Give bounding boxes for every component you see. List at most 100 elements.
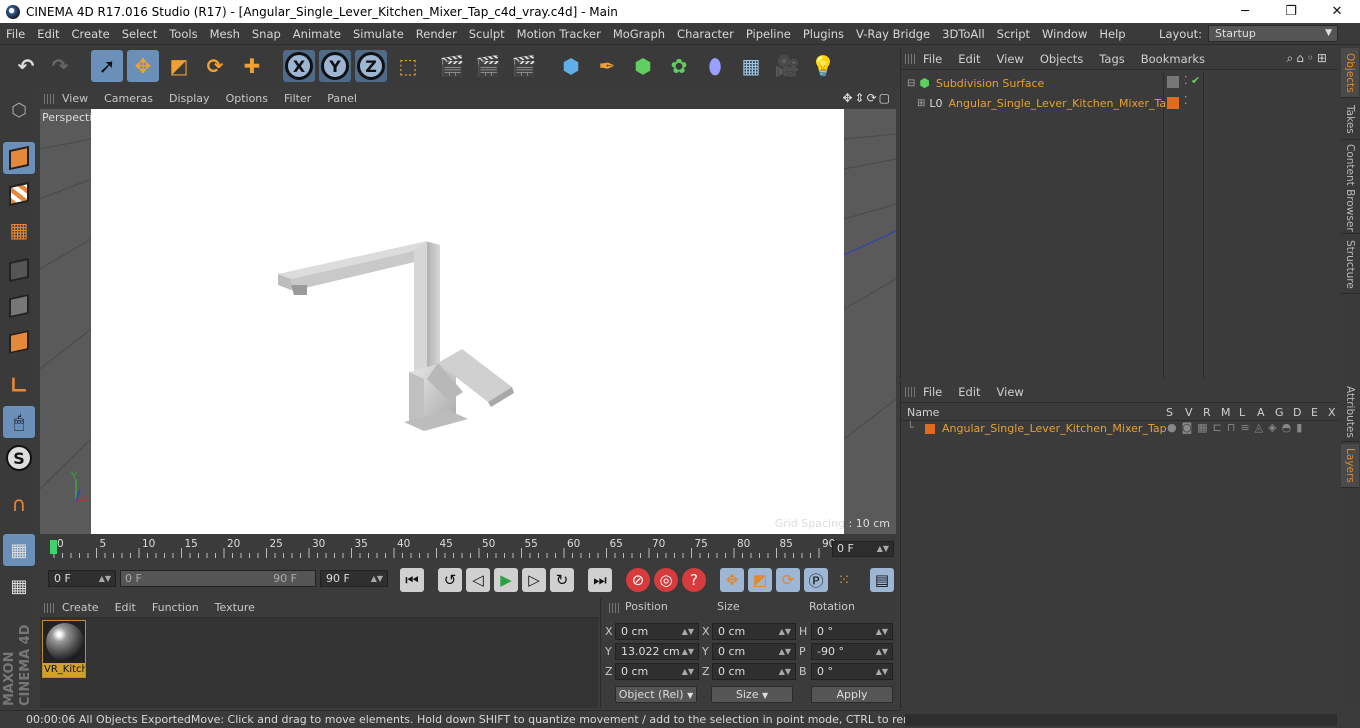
material-menu-texture[interactable]: Texture: [207, 601, 263, 614]
stepper-icon[interactable]: ▲▼: [99, 571, 111, 586]
minimize-button[interactable]: ─: [1222, 0, 1268, 23]
stepper-icon[interactable]: ▲▼: [876, 644, 888, 659]
column-xref[interactable]: X: [1328, 406, 1336, 419]
layer-horizontal-scrollbar[interactable]: [905, 714, 1337, 726]
scale-tool-button[interactable]: ◩: [163, 50, 195, 82]
key-pla-button[interactable]: ⁙: [832, 568, 856, 592]
stepper-icon[interactable]: ▲▼: [371, 571, 383, 586]
menu-edit[interactable]: Edit: [31, 27, 65, 41]
maximize-button[interactable]: ❐: [1268, 0, 1314, 23]
object-menu-file[interactable]: File: [915, 52, 950, 66]
stepper-icon[interactable]: ▲▼: [779, 624, 791, 639]
object-menu-edit[interactable]: Edit: [950, 52, 988, 66]
material-menu-create[interactable]: Create: [54, 601, 107, 614]
axis-mode-button[interactable]: ∟: [3, 370, 35, 402]
render-settings-button[interactable]: 🎬: [508, 50, 540, 82]
column-visible[interactable]: V: [1185, 406, 1193, 419]
key-parameter-button[interactable]: Ⓟ: [804, 568, 828, 592]
frame-ruler[interactable]: 0 5 10 15 20 25 30 35 40 45 50 55 60 65 70 75 80 85 90: [48, 538, 835, 560]
collapse-icon[interactable]: ⊟: [907, 78, 915, 89]
previous-key-button[interactable]: ↺: [438, 568, 462, 592]
position-x-field[interactable]: 0 cm ▲▼: [615, 623, 699, 640]
next-key-button[interactable]: ↻: [550, 568, 574, 592]
layer-menu-edit[interactable]: Edit: [950, 385, 988, 399]
add-deformer-button[interactable]: ⬮: [699, 50, 731, 82]
preview-range-slider[interactable]: 0 F 90 F: [120, 570, 316, 587]
menu-tools[interactable]: Tools: [163, 27, 203, 41]
layer-menu-file[interactable]: File: [915, 385, 950, 399]
layer-color-swatch[interactable]: [925, 424, 935, 434]
menu-3dtoall[interactable]: 3DToAll: [936, 27, 991, 41]
stepper-icon[interactable]: ▲▼: [877, 542, 889, 556]
stepper-icon[interactable]: ▲▼: [682, 624, 694, 639]
viewport-menu-cameras[interactable]: Cameras: [96, 92, 161, 105]
size-y-field[interactable]: 0 cm ▲▼: [712, 643, 796, 660]
menu-motion-tracker[interactable]: Motion Tracker: [511, 27, 607, 41]
stepper-icon[interactable]: ▲▼: [682, 664, 694, 679]
model-mode-button[interactable]: [3, 142, 35, 174]
menu-character[interactable]: Character: [671, 27, 740, 41]
rotation-b-field[interactable]: 0 ° ▲▼: [811, 663, 893, 680]
polygons-mode-button[interactable]: [3, 326, 35, 358]
object-row-subdivision[interactable]: ⊟ ⬢ Subdivision Surface: [901, 74, 1163, 92]
object-menu-bookmarks[interactable]: Bookmarks: [1133, 52, 1213, 66]
layer-toggle-icons[interactable]: ●◙▦⊏⊓≡◬◈◓▮: [1167, 421, 1307, 434]
texture-mode-button[interactable]: [3, 178, 35, 210]
tweak-mode-button[interactable]: 🖱: [3, 406, 35, 438]
playhead[interactable]: [50, 540, 57, 554]
layer-menu-view[interactable]: View: [989, 385, 1032, 399]
end-frame-field[interactable]: 90 F ▲▼: [320, 570, 388, 587]
menu-render[interactable]: Render: [410, 27, 463, 41]
autokeying-button[interactable]: ◎: [654, 568, 678, 592]
next-frame-button[interactable]: ▷: [522, 568, 546, 592]
column-expressions[interactable]: E: [1311, 406, 1318, 419]
x-axis-lock-button[interactable]: X: [283, 50, 315, 82]
key-position-button[interactable]: ✥: [720, 568, 744, 592]
points-mode-button[interactable]: [3, 254, 35, 286]
layer-row[interactable]: └ Angular_Single_Lever_Kitchen_Mixer_Tap…: [901, 421, 1339, 437]
column-deformers[interactable]: D: [1293, 406, 1301, 419]
tab-attributes[interactable]: Attributes: [1341, 382, 1359, 442]
add-floor-button[interactable]: ▦: [735, 50, 767, 82]
viewport-menu-options[interactable]: Options: [218, 92, 276, 105]
undo-button[interactable]: ↶: [10, 50, 42, 82]
position-z-field[interactable]: 0 cm ▲▼: [615, 663, 699, 680]
rotation-h-field[interactable]: 0 ° ▲▼: [811, 623, 893, 640]
workplane-mode-button[interactable]: ▦: [3, 214, 35, 246]
keyframe-selection-button[interactable]: ?: [682, 568, 706, 592]
object-menu-objects[interactable]: Objects: [1032, 52, 1091, 66]
recent-tools-button[interactable]: ✚: [236, 50, 268, 82]
edges-mode-button[interactable]: [3, 290, 35, 322]
viewport-menu-view[interactable]: View: [54, 92, 96, 105]
y-axis-lock-button[interactable]: Y: [319, 50, 351, 82]
timeline-ruler[interactable]: 0 5 10 15 20 25 30 35 40 45 50 55 60 65 70 75 80 85 90 0 F…: [40, 536, 896, 562]
search-home-icons[interactable]: ⌕⌂◦⊞: [1287, 51, 1330, 66]
record-keys-button[interactable]: ⊘: [626, 568, 650, 592]
planar-workplane-button[interactable]: ▦: [3, 570, 35, 602]
menu-sculpt[interactable]: Sculpt: [463, 27, 511, 41]
coordinate-mode-select[interactable]: Object (Rel) ▼: [615, 686, 697, 703]
coordinate-system-button[interactable]: ⬚: [392, 50, 424, 82]
visibility-toggle[interactable]: [1167, 76, 1179, 88]
redo-button[interactable]: ↷: [44, 50, 76, 82]
material-thumbnail[interactable]: VR_Kitch: [42, 620, 86, 678]
size-x-field[interactable]: 0 cm ▲▼: [712, 623, 796, 640]
menu-vray-bridge[interactable]: V-Ray Bridge: [850, 27, 936, 41]
enabled-check-icon[interactable]: ✔: [1191, 74, 1200, 87]
render-dots-icon[interactable]: ⁚: [1184, 74, 1188, 87]
tab-content-browser[interactable]: Content Browser: [1341, 142, 1359, 234]
tab-objects[interactable]: Objects: [1341, 48, 1359, 98]
key-rotation-button[interactable]: ⟳: [776, 568, 800, 592]
live-selection-button[interactable]: ➚: [91, 50, 123, 82]
make-editable-button[interactable]: ⬡: [3, 94, 35, 126]
stepper-icon[interactable]: ▲▼: [876, 664, 888, 679]
column-manager[interactable]: M: [1221, 406, 1231, 419]
go-to-start-button[interactable]: ⏮: [400, 568, 424, 592]
stepper-icon[interactable]: ▲▼: [682, 644, 694, 659]
column-animation[interactable]: A: [1257, 406, 1265, 419]
viewport-menu-display[interactable]: Display: [161, 92, 218, 105]
menu-plugins[interactable]: Plugins: [797, 27, 850, 41]
go-to-end-button[interactable]: ⏭: [588, 568, 612, 592]
menu-help[interactable]: Help: [1093, 27, 1131, 41]
apply-button[interactable]: Apply: [811, 686, 893, 703]
